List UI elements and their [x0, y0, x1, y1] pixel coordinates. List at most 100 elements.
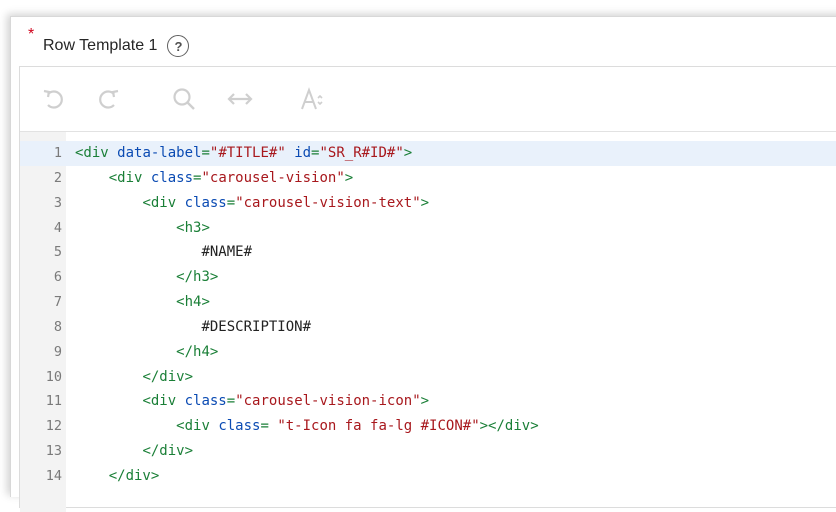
code-token-tag: <h3> [176, 219, 210, 236]
code-token-string: "#TITLE#" [209, 145, 286, 161]
code-text: </h3> [75, 265, 218, 290]
code-token-tag: = [201, 145, 210, 161]
code-text: <div data-label="#TITLE#" id="SR_R#ID#"> [75, 141, 412, 166]
code-editor[interactable]: 1 <div data-label="#TITLE#" id="SR_R#ID#"… [19, 66, 836, 512]
field-label: Row Template 1 [43, 37, 158, 54]
code-line[interactable]: 3 <div class="carousel-vision-text"> [20, 191, 836, 216]
code-token-tag: > [420, 194, 430, 211]
code-text: <div class= "t-Icon fa fa-lg #ICON#"></d… [75, 414, 539, 439]
code-token-tag: <div [142, 393, 185, 410]
line-number: 6 [53, 269, 62, 286]
line-number: 5 [53, 244, 62, 261]
code-token-tag: </h4> [176, 343, 219, 360]
code-token-attribute: class [218, 418, 261, 435]
code-token-tag: </div> [142, 443, 194, 460]
line-number: 7 [53, 294, 62, 311]
code-text: <div class="carousel-vision-icon"> [75, 389, 429, 414]
field-label-row: * Row Template 1 ? [27, 27, 190, 61]
code-token-attribute: class [150, 169, 194, 186]
code-line[interactable]: 5 #NAME# [20, 240, 836, 265]
redo-icon[interactable] [94, 85, 122, 113]
code-token-attribute: class [184, 393, 227, 410]
code-token-tag: = [260, 418, 278, 435]
code-token-tag: <div [176, 418, 219, 435]
code-token-attribute: class [184, 194, 227, 211]
code-text: <div class="carousel-vision-text"> [75, 191, 429, 216]
code-token-tag: > [344, 169, 354, 186]
code-token-tag: <div [75, 145, 118, 161]
code-line[interactable]: 4 <h3> [20, 216, 836, 241]
code-line[interactable]: 8 #DESCRIPTION# [20, 315, 836, 340]
line-number: 14 [45, 467, 62, 484]
code-line[interactable]: 13 </div> [20, 439, 836, 464]
code-token-attribute: data-label [117, 145, 202, 161]
code-text: <h3> [75, 216, 210, 241]
code-token-text: #DESCRIPTION# [201, 318, 312, 335]
line-number: 2 [53, 169, 62, 186]
code-line[interactable]: 6 </h3> [20, 265, 836, 290]
line-number: 12 [45, 418, 62, 435]
row-template-field: * Row Template 1 ? 1 <div data-label="#TI… [10, 16, 836, 512]
code-token-text: #NAME# [201, 244, 253, 261]
code-token-tag [286, 145, 294, 161]
code-text: </div> [75, 365, 193, 390]
code-text: #NAME# [75, 240, 252, 265]
code-text: <div class="carousel-vision"> [75, 166, 353, 191]
code-token-tag: <div [108, 169, 151, 186]
line-number: 8 [53, 318, 62, 335]
code-text: </div> [75, 439, 193, 464]
code-token-string: "t-Icon fa fa-lg #ICON#" [277, 418, 480, 435]
code-token-string: "carousel-vision" [201, 169, 345, 186]
code-token-tag: = [226, 194, 236, 211]
line-number: 9 [53, 343, 62, 360]
code-line[interactable]: 11 <div class="carousel-vision-icon"> [20, 389, 836, 414]
code-line[interactable]: 12 <div class= "t-Icon fa fa-lg #ICON#">… [20, 414, 836, 439]
line-number: 4 [53, 219, 62, 236]
help-icon[interactable]: ? [167, 35, 190, 57]
line-number: 11 [45, 393, 62, 410]
code-text: <h4> [75, 290, 210, 315]
code-token-tag: > [403, 145, 413, 161]
code-text: </div> [75, 464, 160, 489]
code-token-tag: = [226, 393, 236, 410]
code-token-string: "carousel-vision-icon" [235, 393, 421, 410]
code-text: #DESCRIPTION# [75, 315, 311, 340]
code-token-attribute: id [294, 145, 312, 161]
transform-icon[interactable] [226, 85, 254, 113]
line-number: 1 [53, 145, 62, 161]
code-line[interactable]: 14 </div> [20, 464, 836, 489]
code-line[interactable]: 1 <div data-label="#TITLE#" id="SR_R#ID#"… [20, 141, 836, 166]
code-token-string: "carousel-vision-text" [235, 194, 421, 211]
code-line[interactable]: 7 <h4> [20, 290, 836, 315]
code-token-tag: </div> [142, 368, 194, 385]
code-text: </h4> [75, 340, 218, 365]
code-token-tag: <div [142, 194, 185, 211]
font-size-icon[interactable] [298, 85, 326, 113]
search-icon[interactable] [170, 85, 198, 113]
code-line[interactable]: 2 <div class="carousel-vision"> [20, 166, 836, 191]
code-token-tag: > [420, 393, 430, 410]
line-number: 3 [53, 194, 62, 211]
code-token-string: "SR_R#ID#" [319, 145, 404, 161]
code-token-tag: ></div> [479, 418, 539, 435]
code-line[interactable]: 9 </h4> [20, 340, 836, 365]
required-marker: * [28, 26, 35, 43]
undo-icon[interactable] [40, 85, 68, 113]
code-token-tag: </div> [108, 467, 160, 484]
code-token-tag: <h4> [176, 294, 210, 311]
code-lines[interactable]: 1 <div data-label="#TITLE#" id="SR_R#ID#"… [20, 141, 836, 489]
code-token-tag: </h3> [176, 269, 219, 286]
code-line[interactable]: 10 </div> [20, 365, 836, 390]
line-number: 13 [45, 443, 62, 460]
